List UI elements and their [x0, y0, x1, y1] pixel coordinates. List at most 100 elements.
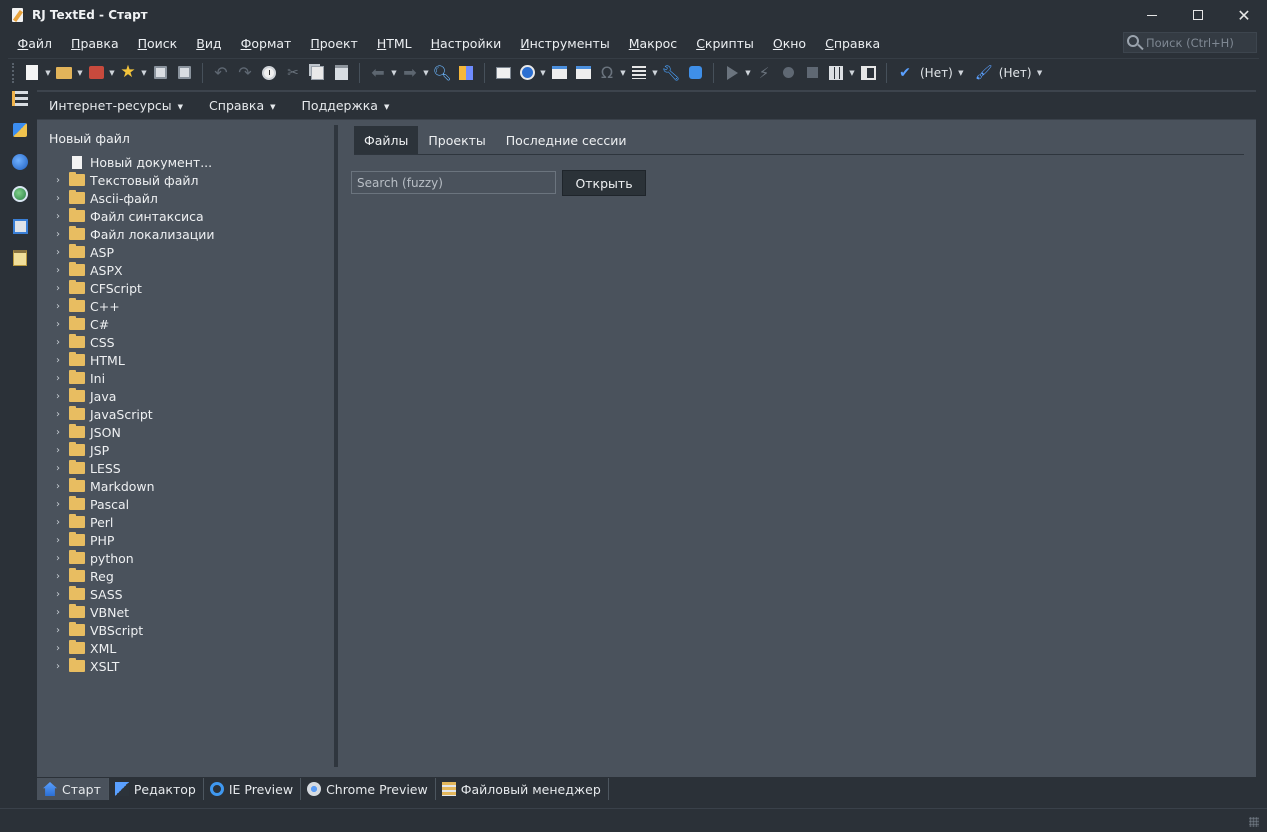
tree-folder-item[interactable]: › ASPX [49, 261, 329, 279]
fuzzy-search-input[interactable] [351, 171, 556, 194]
maximize-button[interactable] [1175, 0, 1221, 30]
record-button[interactable] [777, 62, 799, 84]
menu-html[interactable]: HTML [367, 32, 421, 56]
chevron-right-icon[interactable]: › [51, 513, 65, 531]
chevron-right-icon[interactable]: › [51, 207, 65, 225]
quick-run-button[interactable]: ⚡︎ [753, 62, 775, 84]
tree-folder-item[interactable]: › SASS [49, 585, 329, 603]
run-macro-dropdown[interactable]: ▼ [744, 62, 752, 84]
tree-folder-item[interactable]: › python [49, 549, 329, 567]
tree-folder-item[interactable]: › Файл локализации [49, 225, 329, 243]
recent-files-button[interactable] [85, 62, 107, 84]
file-tree-panel-button[interactable] [10, 88, 30, 108]
run-macro-button[interactable] [721, 62, 743, 84]
menu-file[interactable]: Файл [8, 32, 62, 56]
tab-start[interactable]: Старт [37, 778, 109, 800]
documents-panel-button[interactable] [10, 216, 30, 236]
tree-folder-item[interactable]: › Ini [49, 369, 329, 387]
save-button[interactable] [149, 62, 171, 84]
forward-button[interactable]: ➡ [399, 62, 421, 84]
undo-button[interactable]: ↶ [210, 62, 232, 84]
global-search-input[interactable]: Поиск (Ctrl+H) [1123, 32, 1257, 53]
tree-folder-item[interactable]: › C# [49, 315, 329, 333]
special-chars-dropdown[interactable]: ▼ [619, 62, 627, 84]
chevron-right-icon[interactable]: › [51, 243, 65, 261]
tab-recent-sessions[interactable]: Последние сессии [496, 126, 637, 154]
tab-projects[interactable]: Проекты [418, 126, 495, 154]
chevron-right-icon[interactable]: › [51, 531, 65, 549]
menu-edit[interactable]: Правка [62, 32, 129, 56]
copy-button[interactable] [306, 62, 328, 84]
chevron-right-icon[interactable]: › [51, 495, 65, 513]
tab-files[interactable]: Файлы [354, 126, 419, 154]
tree-folder-item[interactable]: › Java [49, 387, 329, 405]
cut-button[interactable]: ✂ [282, 62, 304, 84]
color-picker-button[interactable] [548, 62, 570, 84]
chevron-right-icon[interactable]: › [51, 261, 65, 279]
redo-button[interactable]: ↷ [234, 62, 256, 84]
chevron-right-icon[interactable]: › [51, 477, 65, 495]
chevron-right-icon[interactable]: › [51, 423, 65, 441]
tree-folder-item[interactable]: › Текстовый файл [49, 171, 329, 189]
document-list-button[interactable] [628, 62, 650, 84]
favorites-button[interactable]: ★ [117, 62, 139, 84]
menu-scripts[interactable]: Скрипты [687, 32, 764, 56]
chevron-right-icon[interactable]: › [51, 639, 65, 657]
highlighter-label[interactable]: (Нет) [999, 66, 1032, 80]
stop-button[interactable] [801, 62, 823, 84]
image-button[interactable] [572, 62, 594, 84]
spell-language-dropdown[interactable]: ▼ [957, 62, 965, 84]
chevron-right-icon[interactable]: › [51, 549, 65, 567]
clipboard-panel-button[interactable] [10, 248, 30, 268]
browser-button[interactable] [516, 62, 538, 84]
tab-chrome-preview[interactable]: Chrome Preview [301, 778, 436, 800]
menu-window[interactable]: Окно [763, 32, 815, 56]
layout-dropdown[interactable]: ▼ [848, 62, 856, 84]
chevron-right-icon[interactable]: › [51, 603, 65, 621]
browser-dropdown[interactable]: ▼ [539, 62, 547, 84]
tree-folder-item[interactable]: › CSS [49, 333, 329, 351]
tab-ie-preview[interactable]: IE Preview [204, 778, 302, 800]
tree-folder-item[interactable]: › VBNet [49, 603, 329, 621]
plugins-button[interactable] [455, 62, 477, 84]
tree-folder-item[interactable]: › VBScript [49, 621, 329, 639]
menu-project[interactable]: Проект [301, 32, 368, 56]
tab-file-manager[interactable]: Файловый менеджер [436, 778, 609, 800]
save-all-button[interactable] [173, 62, 195, 84]
chevron-right-icon[interactable]: › [51, 387, 65, 405]
tree-folder-item[interactable]: › Perl [49, 513, 329, 531]
chevron-right-icon[interactable]: › [51, 567, 65, 585]
tree-folder-item[interactable]: › PHP [49, 531, 329, 549]
tree-folder-item[interactable]: › JSP [49, 441, 329, 459]
find-button[interactable]: 🔍︎ [431, 62, 453, 84]
chevron-right-icon[interactable]: › [51, 459, 65, 477]
open-file-dropdown[interactable]: ▼ [76, 62, 84, 84]
minimize-button[interactable] [1129, 0, 1175, 30]
chevron-right-icon[interactable]: › [51, 441, 65, 459]
back-dropdown[interactable]: ▼ [390, 62, 398, 84]
snippets-panel-button[interactable] [10, 120, 30, 140]
document-list-dropdown[interactable]: ▼ [651, 62, 659, 84]
chevron-right-icon[interactable]: › [51, 369, 65, 387]
tree-folder-item[interactable]: › Pascal [49, 495, 329, 513]
tree-folder-item[interactable]: › ASP [49, 243, 329, 261]
internet-resources-menu[interactable]: Интернет-ресурсы ▼ [37, 98, 197, 113]
chevron-right-icon[interactable]: › [51, 657, 65, 675]
tree-folder-item[interactable]: › Markdown [49, 477, 329, 495]
menu-search[interactable]: Поиск [128, 32, 187, 56]
support-menu[interactable]: Поддержка ▼ [290, 98, 404, 113]
resize-grip[interactable] [1249, 817, 1259, 827]
menu-settings[interactable]: Настройки [421, 32, 511, 56]
chevron-right-icon[interactable]: › [51, 333, 65, 351]
panels-button[interactable] [857, 62, 879, 84]
toolbar-grip[interactable] [12, 62, 16, 83]
forward-dropdown[interactable]: ▼ [422, 62, 430, 84]
highlighter-dropdown[interactable]: ▼ [1036, 62, 1044, 84]
menu-format[interactable]: Формат [231, 32, 301, 56]
chevron-right-icon[interactable]: › [51, 189, 65, 207]
web-panel-button[interactable] [10, 152, 30, 172]
tree-folder-item[interactable]: › JavaScript [49, 405, 329, 423]
terminal-button[interactable] [492, 62, 514, 84]
chevron-right-icon[interactable]: › [51, 585, 65, 603]
tree-folder-item[interactable]: › XSLT [49, 657, 329, 675]
